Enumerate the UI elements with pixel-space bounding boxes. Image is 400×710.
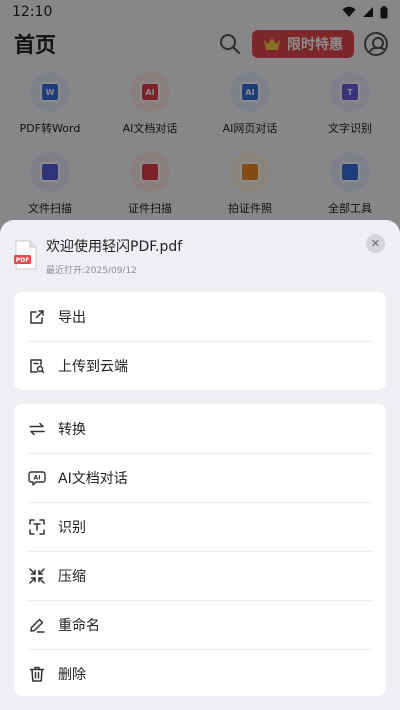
- file-last-opened: 最近打开:2025/09/12: [46, 266, 137, 276]
- menu-label: 转换: [58, 421, 86, 438]
- rename-icon: [28, 616, 46, 634]
- menu-item-cloud-upload[interactable]: 上传到云端: [14, 341, 386, 390]
- menu-label: AI文档对话: [58, 470, 128, 487]
- menu-item-recognize[interactable]: 识别: [14, 502, 386, 551]
- file-info: 欢迎使用轻闪PDF.pdf 最近打开:2025/09/12: [46, 236, 182, 292]
- cloud-upload-icon: [28, 357, 46, 375]
- menu-item-delete[interactable]: 删除: [14, 649, 386, 698]
- pdf-file-icon: PDF: [14, 240, 37, 270]
- ai-chat-icon: AI: [28, 469, 46, 487]
- close-button[interactable]: ✕: [366, 234, 385, 253]
- menu-label: 重命名: [58, 617, 100, 634]
- file-actions-sheet: PDF 欢迎使用轻闪PDF.pdf 最近打开:2025/09/12 ✕ 导出 上…: [0, 220, 400, 710]
- scan-recognize-icon: [28, 518, 46, 536]
- close-icon: ✕: [370, 237, 381, 250]
- action-group-secondary: 转换 AI AI文档对话 识别 压缩 重命名 删除: [14, 404, 386, 696]
- delete-icon: [28, 665, 46, 683]
- menu-label: 识别: [58, 519, 86, 536]
- svg-text:AI: AI: [34, 474, 41, 481]
- menu-label: 删除: [58, 666, 86, 683]
- menu-label: 压缩: [58, 568, 86, 585]
- file-name: 欢迎使用轻闪PDF.pdf: [46, 239, 183, 255]
- menu-item-compress[interactable]: 压缩: [14, 551, 386, 600]
- convert-icon: [28, 420, 46, 438]
- menu-item-export[interactable]: 导出: [14, 292, 386, 341]
- menu-label: 上传到云端: [58, 358, 128, 375]
- menu-item-ai-doc-chat[interactable]: AI AI文档对话: [14, 453, 386, 502]
- action-group-primary: 导出 上传到云端: [14, 292, 386, 390]
- compress-icon: [28, 567, 46, 585]
- pdf-badge-text: PDF: [16, 257, 29, 264]
- sheet-header: PDF 欢迎使用轻闪PDF.pdf 最近打开:2025/09/12 ✕: [0, 220, 400, 292]
- export-icon: [28, 308, 46, 326]
- menu-item-rename[interactable]: 重命名: [14, 600, 386, 649]
- menu-label: 导出: [58, 309, 86, 326]
- menu-item-convert[interactable]: 转换: [14, 404, 386, 453]
